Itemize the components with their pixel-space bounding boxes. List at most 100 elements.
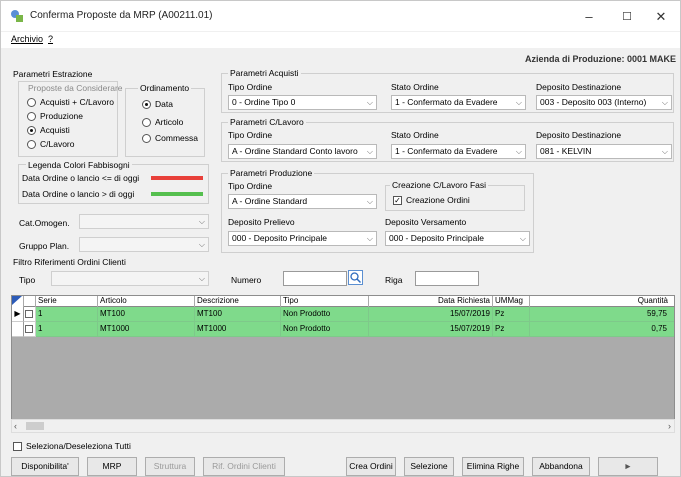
minimize-button[interactable]: – (574, 7, 604, 27)
prelievo-value: 000 - Deposito Principale (232, 233, 327, 243)
radio-clavoro[interactable] (27, 140, 36, 149)
row-selector (12, 322, 24, 337)
disponibilita-button[interactable]: Disponibilita' (11, 457, 79, 476)
radio-produzione[interactable] (27, 112, 36, 121)
cell-articolo: MT100 (98, 307, 195, 322)
proposals-grid[interactable]: Serie Articolo Descrizione Tipo Data Ric… (11, 295, 675, 433)
acq-tipo-select[interactable]: 0 - Ordine Tipo 0 ⌵ (228, 95, 377, 110)
cell-tipo: Non Prodotto (281, 307, 369, 322)
chevron-down-icon: ⌵ (198, 240, 205, 249)
header-articolo[interactable]: Articolo (98, 296, 195, 307)
radio-commessa[interactable] (142, 134, 151, 143)
select-all-checkbox[interactable] (13, 442, 22, 451)
struttura-button[interactable]: Struttura (145, 457, 195, 476)
chevron-down-icon: ⌵ (366, 147, 373, 156)
acquisti-title: Parametri Acquisti (228, 68, 301, 78)
numero-input[interactable] (283, 271, 347, 286)
radio-data[interactable] (142, 100, 151, 109)
creazione-title: Creazione C/Lavoro Fasi (390, 180, 489, 190)
scroll-right-icon[interactable]: › (668, 421, 671, 431)
corner-triangle-icon (12, 296, 22, 305)
cl-deposito-label: Deposito Destinazione (536, 130, 622, 140)
horizontal-scrollbar[interactable]: ‹ › (11, 419, 675, 433)
versamento-select[interactable]: 000 - Deposito Principale ⌵ (385, 231, 530, 246)
menu-help[interactable]: ? (48, 34, 53, 44)
cl-stato-select[interactable]: 1 - Confermato da Evadere ⌵ (391, 144, 526, 159)
radio-acquisti[interactable] (27, 126, 36, 135)
chevron-down-icon: ⌵ (661, 98, 668, 107)
radio-label: Acquisti (40, 125, 70, 135)
mrp-button[interactable]: MRP (87, 457, 137, 476)
row-pointer-icon: ▶ (12, 307, 24, 322)
header-tipo[interactable]: Tipo (281, 296, 369, 307)
menu-archivio[interactable]: Archivio (11, 34, 43, 44)
table-row[interactable]: 1 MT1000 MT1000 Non Prodotto 15/07/2019 … (12, 322, 674, 337)
cat-omogen-select[interactable]: ⌵ (79, 214, 209, 229)
abbandona-button[interactable]: Abbandona (532, 457, 590, 476)
acq-stato-select[interactable]: 1 - Confermato da Evadere ⌵ (391, 95, 526, 110)
riga-input[interactable] (415, 271, 479, 286)
radio-label: Acquisti + C/Lavoro (40, 97, 114, 107)
gruppo-plan-select[interactable]: ⌵ (79, 237, 209, 252)
radio-label: Produzione (40, 111, 84, 121)
prod-tipo-select[interactable]: A - Ordine Standard ⌵ (228, 194, 377, 209)
acq-stato-label: Stato Ordine (391, 82, 439, 92)
maximize-button[interactable]: ☐ (612, 7, 642, 27)
prelievo-select[interactable]: 000 - Deposito Principale ⌵ (228, 231, 377, 246)
cell-um: Pz (493, 307, 530, 322)
filtro-numero-label: Numero (231, 275, 262, 285)
crea-ordini-button[interactable]: Crea Ordini (346, 457, 396, 476)
legenda-green-label: Data Ordine o lancio > di oggi (22, 189, 135, 199)
filtro-tipo-label: Tipo (19, 275, 36, 285)
radio-label: C/Lavoro (40, 139, 75, 149)
title-bar: Conferma Proposte da MRP (A00211.01) – ☐… (1, 1, 680, 31)
chevron-down-icon: ⌵ (515, 98, 522, 107)
chevron-down-icon: ⌵ (366, 197, 373, 206)
estrazione-title: Parametri Estrazione (13, 69, 93, 79)
cell-quantita: 0,75 (530, 322, 674, 337)
header-ummag[interactable]: UMMag (493, 296, 530, 307)
grid-header: Serie Articolo Descrizione Tipo Data Ric… (12, 296, 674, 307)
cell-articolo: MT1000 (98, 322, 195, 337)
app-icon (11, 10, 23, 22)
cl-tipo-select[interactable]: A - Ordine Standard Conto lavoro ⌵ (228, 144, 377, 159)
chevron-down-icon: ⌵ (366, 234, 373, 243)
header-quantita[interactable]: Quantità (530, 296, 674, 307)
cl-tipo-value: A - Ordine Standard Conto lavoro (232, 146, 358, 156)
scroll-left-icon[interactable]: ‹ (14, 421, 17, 431)
creazione-label: Creazione Ordini (406, 195, 470, 205)
radio-acquisti-clavoro[interactable] (27, 98, 36, 107)
chevron-down-icon: ⌵ (661, 147, 668, 156)
header-serie[interactable]: Serie (36, 296, 98, 307)
row-checkbox[interactable] (24, 307, 36, 322)
search-button[interactable] (348, 270, 363, 285)
cl-deposito-select[interactable]: 081 - KELVIN ⌵ (536, 144, 672, 159)
close-button[interactable]: ✕ (646, 7, 676, 27)
rif-ordini-button[interactable]: Rif. Ordini Clienti (203, 457, 285, 476)
header-data-richiesta[interactable]: Data Richiesta (369, 296, 493, 307)
selezione-button[interactable]: Selezione (404, 457, 454, 476)
window-title: Conferma Proposte da MRP (A00211.01) (30, 10, 213, 21)
radio-label: Commessa (155, 133, 198, 143)
scroll-thumb[interactable] (26, 422, 44, 430)
filtro-riga-label: Riga (385, 275, 403, 285)
acq-deposito-select[interactable]: 003 - Deposito 003 (Interno) ⌵ (536, 95, 672, 110)
filtro-title: Filtro Riferimenti Ordini Clienti (13, 257, 126, 267)
produzione-title: Parametri Produzione (228, 168, 315, 178)
filtro-tipo-select[interactable]: ⌵ (51, 271, 209, 286)
elimina-righe-button[interactable]: Elimina Righe (462, 457, 524, 476)
proposte-title: Proposte da Considerare (28, 83, 123, 93)
next-button[interactable]: ► (598, 457, 658, 476)
cell-serie: 1 (36, 322, 98, 337)
row-checkbox[interactable] (24, 322, 36, 337)
prelievo-label: Deposito Prelievo (228, 217, 295, 227)
legenda-green-swatch (151, 192, 203, 196)
creazione-checkbox[interactable]: ✓ (393, 196, 402, 205)
cl-tipo-label: Tipo Ordine (228, 130, 273, 140)
versamento-label: Deposito Versamento (385, 217, 467, 227)
radio-articolo[interactable] (142, 118, 151, 127)
cl-stato-label: Stato Ordine (391, 130, 439, 140)
menu-bar: Archivio ? (1, 32, 680, 48)
header-descrizione[interactable]: Descrizione (195, 296, 281, 307)
table-row[interactable]: ▶ 1 MT100 MT100 Non Prodotto 15/07/2019 … (12, 307, 674, 322)
